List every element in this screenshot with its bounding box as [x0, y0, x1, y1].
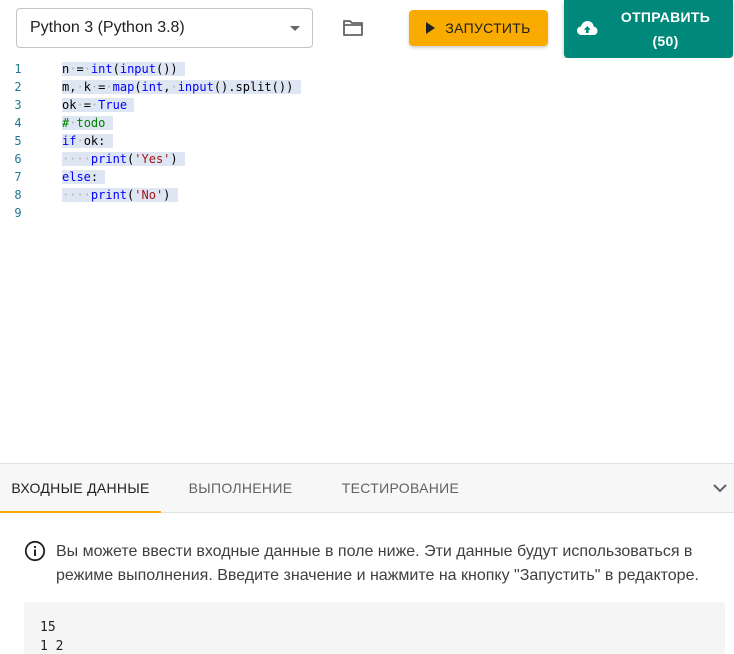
tab-testing[interactable]: ТЕСТИРОВАНИЕ — [330, 464, 471, 512]
code-text: m,·k·=·map(int,·input().split()) — [62, 78, 301, 96]
line-number: 5 — [14, 134, 22, 148]
code-text: ····print('No') — [62, 186, 178, 204]
code-text: ok·=·True — [62, 96, 135, 114]
line-number: 8 — [14, 188, 22, 202]
line-number: 4 — [14, 116, 22, 130]
code-editor[interactable]: 1 n·=·int(input()) 2 m,·k·=·map(int,·inp… — [0, 58, 734, 462]
line-number: 9 — [14, 206, 22, 220]
tab-execution[interactable]: ВЫПОЛНЕНИЕ — [172, 464, 309, 512]
line-number: 2 — [14, 80, 22, 94]
submit-count: (50) — [652, 33, 679, 49]
input-data-field[interactable]: 15 1 2 — [24, 602, 725, 654]
submit-button[interactable]: ОТПРАВИТЬ (50) — [564, 0, 733, 58]
dropdown-caret-icon — [290, 26, 300, 31]
panel-tabs: ВХОДНЫЕ ДАННЫЕ ВЫПОЛНЕНИЕ ТЕСТИРОВАНИЕ — [0, 464, 734, 513]
folder-icon — [343, 20, 363, 36]
info-icon — [24, 540, 46, 562]
code-text: #·todo — [62, 114, 113, 132]
line-number: 3 — [14, 98, 22, 112]
code-text: n·=·int(input()) — [62, 60, 185, 78]
bottom-panel: ВХОДНЫЕ ДАННЫЕ ВЫПОЛНЕНИЕ ТЕСТИРОВАНИЕ В… — [0, 463, 734, 654]
line-number: 6 — [14, 152, 22, 166]
code-text: if·ok: — [62, 132, 113, 150]
collapse-panel-button[interactable] — [708, 476, 732, 500]
code-text: else: — [62, 168, 106, 186]
tab-label: ВЫПОЛНЕНИЕ — [188, 480, 293, 496]
line-number: 7 — [14, 170, 22, 184]
tab-label: ТЕСТИРОВАНИЕ — [341, 480, 460, 496]
play-icon — [426, 22, 436, 34]
tab-label: ВХОДНЫЕ ДАННЫЕ — [11, 480, 150, 496]
info-text: Вы можете ввести входные данные в поле н… — [56, 543, 699, 584]
info-message: Вы можете ввести входные данные в поле н… — [24, 540, 724, 588]
chevron-down-icon — [713, 484, 727, 493]
language-select-value: Python 3 (Python 3.8) — [30, 19, 185, 36]
open-folder-button[interactable] — [337, 12, 369, 44]
tab-input-data[interactable]: ВХОДНЫЕ ДАННЫЕ — [0, 464, 161, 513]
submit-button-label: ОТПРАВИТЬ — [620, 9, 711, 25]
language-select[interactable]: Python 3 (Python 3.8) — [16, 8, 313, 48]
line-number: 1 — [14, 62, 22, 76]
cloud-upload-icon — [577, 21, 598, 35]
run-button-label: ЗАПУСТИТЬ — [445, 20, 531, 36]
code-text: ····print('Yes') — [62, 150, 185, 168]
run-button[interactable]: ЗАПУСТИТЬ — [409, 10, 548, 46]
